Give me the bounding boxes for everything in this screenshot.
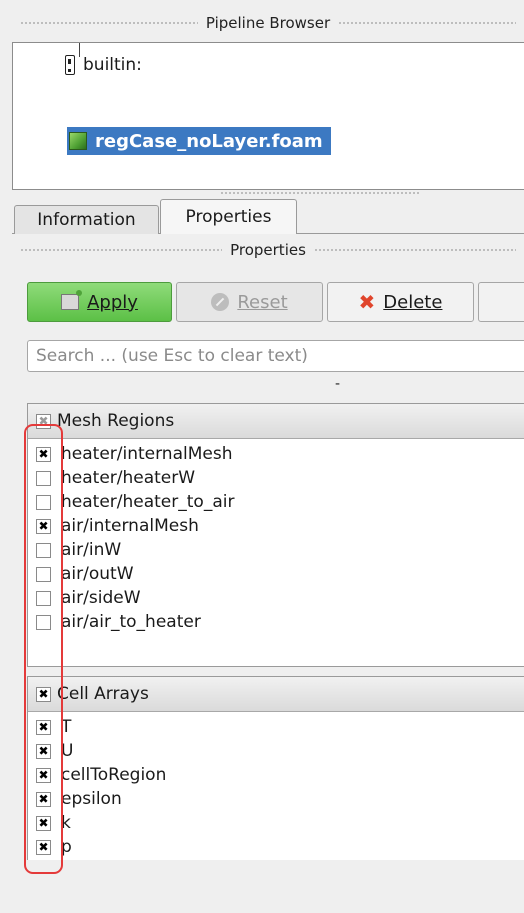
list-item[interactable]: heater/heater_to_air xyxy=(36,490,234,514)
mesh-regions-header-label: Mesh Regions xyxy=(57,411,175,431)
title-grip xyxy=(20,248,223,252)
properties-title-bar[interactable]: Properties xyxy=(12,237,524,263)
title-grip xyxy=(338,21,517,25)
item-label: air/inW xyxy=(61,540,122,560)
item-label: cellToRegion xyxy=(61,765,167,785)
reset-button[interactable]: Reset xyxy=(176,282,323,322)
splitter-handle[interactable] xyxy=(220,191,420,195)
properties-title: Properties xyxy=(230,241,306,259)
search-input[interactable] xyxy=(27,340,524,372)
tab-properties[interactable]: Properties xyxy=(160,199,297,234)
mesh-regions-list[interactable]: Mesh Regions heater/internalMesh heater/h… xyxy=(27,403,524,667)
item-label: heater/internalMesh xyxy=(61,444,233,464)
pipeline-tree[interactable]: builtin: regCase_noLayer.foam xyxy=(12,42,524,190)
reset-label: Reset xyxy=(237,291,288,313)
apply-button[interactable]: Apply xyxy=(27,282,172,322)
server-icon xyxy=(65,55,75,75)
delete-label: Delete xyxy=(383,291,443,313)
cell-arrays-header[interactable]: Cell Arrays xyxy=(28,677,524,712)
pipeline-item-builtin[interactable]: builtin: xyxy=(65,55,142,75)
delete-button[interactable]: ✖ Delete xyxy=(327,282,474,322)
pipeline-item-label: regCase_noLayer.foam xyxy=(95,130,323,152)
pipeline-browser-title-bar[interactable]: Pipeline Browser xyxy=(12,10,524,36)
cell-arrays-list[interactable]: Cell Arrays TUcellToRegionepsilonkp xyxy=(27,676,524,860)
apply-icon xyxy=(61,290,83,310)
apply-label: Apply xyxy=(87,291,138,313)
cell-arrays-header-label: Cell Arrays xyxy=(57,684,149,704)
pipeline-item-label: builtin: xyxy=(83,55,142,75)
item-label: air/internalMesh xyxy=(61,516,199,536)
item-label: air/air_to_heater xyxy=(61,612,201,632)
item-label: epsilon xyxy=(61,789,122,809)
item-label: air/outW xyxy=(61,564,134,584)
title-grip xyxy=(20,21,198,25)
title-grip xyxy=(313,248,516,252)
item-label: heater/heater_to_air xyxy=(61,492,235,512)
help-button[interactable] xyxy=(478,282,524,322)
reset-icon xyxy=(211,293,230,311)
item-label: air/sideW xyxy=(61,588,141,608)
pipeline-browser-title: Pipeline Browser xyxy=(205,14,331,32)
splitter-dash: - xyxy=(335,376,341,392)
item-label: heater/heaterW xyxy=(61,468,196,488)
tab-information[interactable]: Information xyxy=(14,205,159,234)
mesh-regions-header[interactable]: Mesh Regions xyxy=(28,404,524,439)
pipeline-item-source[interactable]: regCase_noLayer.foam xyxy=(67,127,331,155)
delete-icon: ✖ xyxy=(358,290,376,314)
list-item[interactable]: heater/internalMesh xyxy=(36,442,232,466)
checkbox-highlight-annotation xyxy=(24,424,63,874)
cube-icon xyxy=(69,132,87,150)
